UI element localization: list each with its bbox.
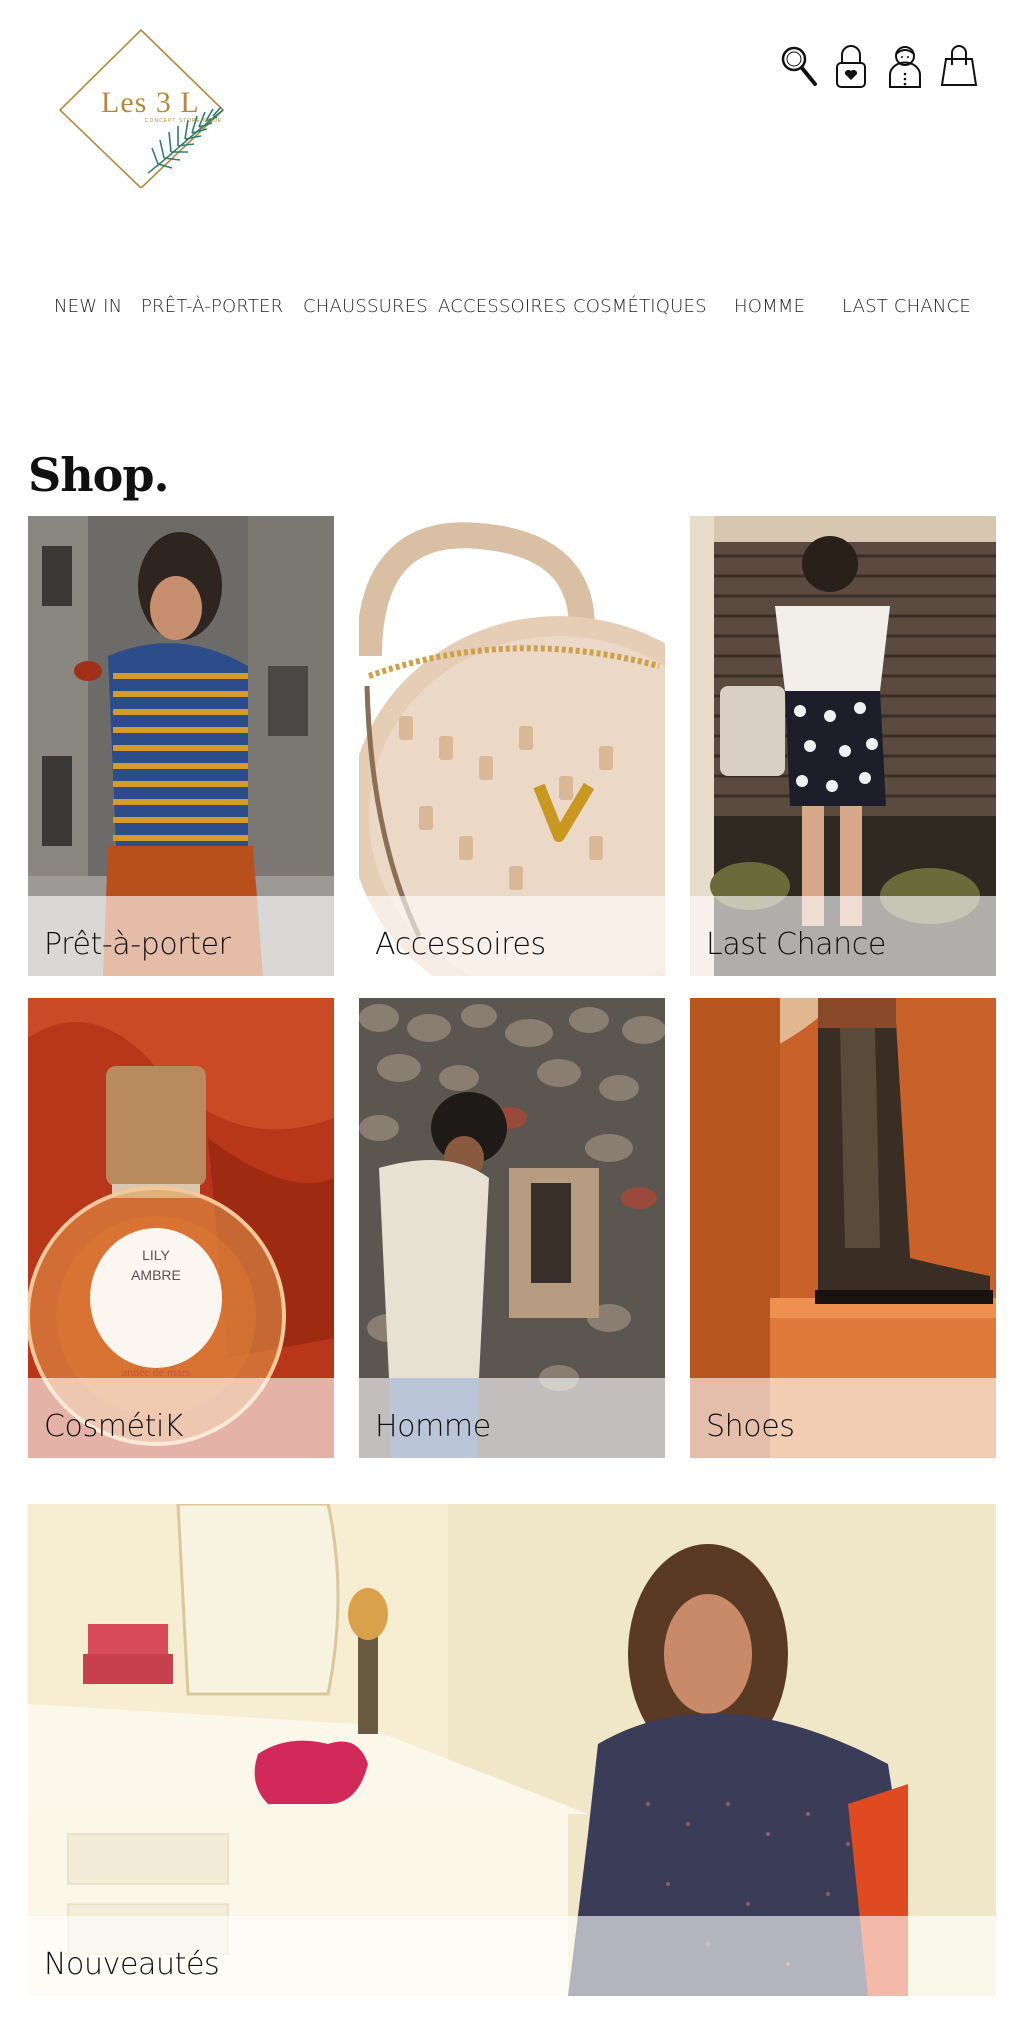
shop-title: Shop. [28, 448, 170, 502]
tile-label: Accessoires [375, 927, 546, 962]
nav-item-accessoires[interactable]: ACCESSOIRES [438, 296, 566, 317]
cart-icon [940, 45, 978, 86]
account-button[interactable] [882, 42, 928, 90]
perfume-name-line2: AMBRE [131, 1267, 181, 1283]
lock-button[interactable] [828, 42, 874, 90]
nav-item-new-in[interactable]: NEW IN [54, 296, 122, 317]
nav-item-pret-a-porter[interactable]: PRÊT-À-PORTER [141, 296, 283, 317]
tile-label: Shoes [706, 1409, 795, 1444]
nav-item-last-chance[interactable]: LAST CHANCE [842, 296, 971, 317]
category-tile-shoes[interactable]: Shoes [690, 998, 996, 1458]
nav-item-homme[interactable]: HOMME [734, 296, 805, 317]
tile-label: Last Chance [706, 927, 886, 962]
nav-item-cosmetiques[interactable]: COSMÉTIQUES [573, 296, 707, 317]
tile-label: Homme [375, 1409, 491, 1444]
perfume-name-line1: LILY [142, 1247, 170, 1263]
perfume-brand: année de mars [122, 1365, 191, 1379]
tile-label: Nouveautés [44, 1947, 220, 1982]
category-tile-homme[interactable]: Homme [359, 998, 665, 1458]
brand-logo[interactable]: Les 3 L CONCEPT STORE MODE [58, 28, 228, 190]
account-icon [889, 46, 921, 88]
category-tile-nouveautes[interactable]: Nouveautés [28, 1504, 996, 1996]
category-tile-pret-a-porter[interactable]: Prêt-à-porter [28, 516, 334, 976]
search-button[interactable] [776, 42, 822, 90]
category-tile-cosmetik[interactable]: LILY AMBRE année de mars CosmétiK [28, 998, 334, 1458]
logo-text: Les 3 L [101, 86, 200, 119]
category-tile-accessoires[interactable]: Accessoires [359, 516, 665, 976]
category-tile-last-chance[interactable]: Last Chance [690, 516, 996, 976]
tile-label: CosmétiK [44, 1409, 184, 1444]
cart-button[interactable] [936, 42, 982, 90]
logo-subtitle: CONCEPT STORE MODE [145, 118, 223, 124]
main-nav: NEW IN PRÊT-À-PORTER CHAUSSURES ACCESSOI… [0, 296, 1024, 326]
tile-label: Prêt-à-porter [44, 927, 231, 962]
search-icon [781, 46, 817, 86]
nav-item-chaussures[interactable]: CHAUSSURES [303, 296, 428, 317]
lock-icon [836, 45, 866, 88]
